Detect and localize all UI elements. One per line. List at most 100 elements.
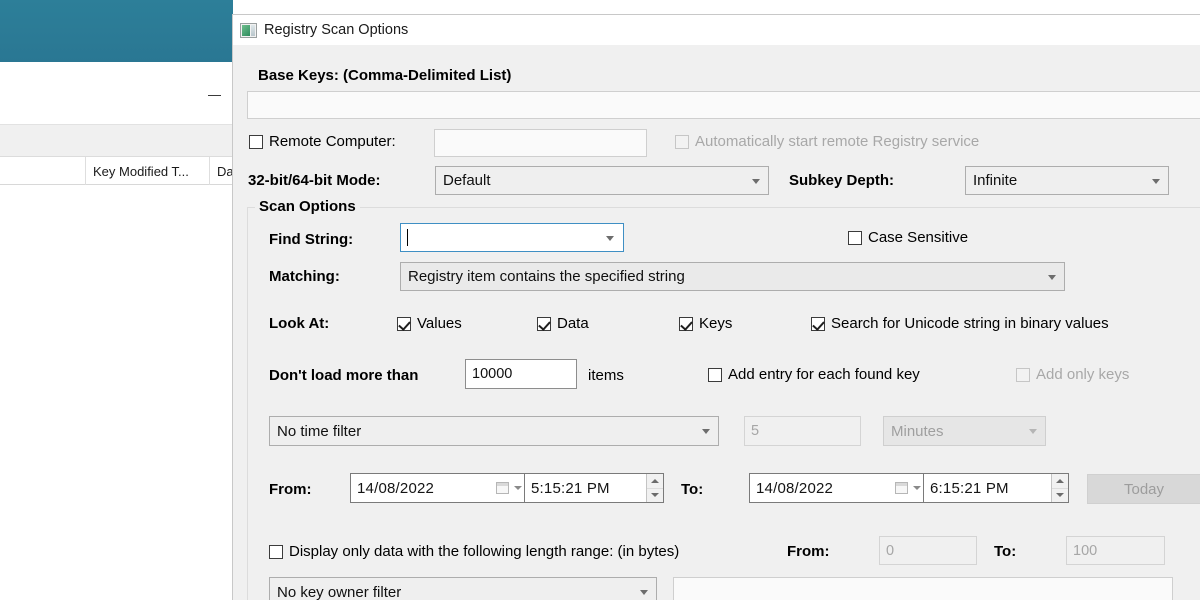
column-header-key-modified-time[interactable]: Key Modified T... — [85, 157, 209, 185]
dialog-title: Registry Scan Options — [264, 22, 409, 38]
checkbox-box — [708, 367, 722, 382]
checkbox-box — [1016, 367, 1030, 382]
from-time-value: 5:15:21 PM — [531, 479, 610, 497]
time-filter-unit-value: Minutes — [891, 422, 944, 440]
look-at-keys-checkbox[interactable]: Keys — [679, 315, 732, 332]
checkbox-box — [397, 316, 411, 331]
from-time-field[interactable]: 5:15:21 PM — [524, 473, 664, 503]
checkbox-box — [848, 230, 862, 245]
length-range-filter-label: Display only data with the following len… — [289, 543, 680, 560]
calendar-icon — [496, 482, 509, 494]
checkbox-box — [679, 316, 693, 331]
to-time-value: 6:15:21 PM — [930, 479, 1009, 497]
bitness-mode-label: 32-bit/64-bit Mode: — [248, 172, 381, 189]
spinner-up-icon[interactable] — [647, 474, 663, 488]
registry-window-icon — [240, 22, 257, 38]
add-entry-for-each-found-key-checkbox[interactable]: Add entry for each found key — [708, 366, 920, 383]
case-sensitive-checkbox[interactable]: Case Sensitive — [848, 229, 968, 246]
to-date-value: 14/08/2022 — [756, 479, 834, 497]
checkbox-box — [811, 316, 825, 331]
look-at-values-label: Values — [417, 315, 462, 332]
key-owner-filter-select[interactable]: No key owner filter — [269, 577, 657, 600]
length-to-label: To: — [994, 543, 1017, 560]
minimize-icon[interactable] — [208, 95, 221, 96]
subkey-depth-value: Infinite — [973, 172, 1018, 189]
screen: Key Modified T... Da Registry Scan Optio… — [0, 0, 1200, 600]
chevron-down-icon — [640, 590, 649, 595]
dialog-body: Base Keys: (Comma-Delimited List) Remote… — [233, 45, 1200, 600]
load-limit-prefix-label: Don't load more than — [269, 367, 419, 384]
spinner-down-icon[interactable] — [647, 487, 663, 503]
spinner-down-icon[interactable] — [1052, 487, 1068, 503]
key-owner-filter-value: No key owner filter — [277, 583, 402, 600]
length-range-filter-checkbox[interactable]: Display only data with the following len… — [269, 543, 679, 560]
bitness-mode-select[interactable]: Default — [435, 166, 769, 195]
checkbox-box — [269, 544, 283, 559]
matching-label: Matching: — [269, 268, 340, 285]
key-owner-filter-input[interactable] — [673, 577, 1173, 600]
range-to-label: To: — [681, 481, 704, 498]
remote-computer-checkbox[interactable]: Remote Computer: — [249, 133, 396, 150]
desktop-background — [0, 0, 233, 62]
chevron-down-icon — [1152, 178, 1161, 184]
auto-start-remote-registry-label: Automatically start remote Registry serv… — [695, 133, 980, 150]
checkbox-box — [675, 134, 689, 149]
chevron-down-icon[interactable] — [911, 474, 923, 502]
chevron-down-icon[interactable] — [606, 235, 615, 241]
length-from-label: From: — [787, 543, 830, 560]
auto-start-remote-registry-checkbox: Automatically start remote Registry serv… — [675, 133, 979, 150]
add-only-keys-checkbox: Add only keys — [1016, 366, 1129, 383]
subkey-depth-label: Subkey Depth: — [789, 172, 895, 189]
look-at-values-checkbox[interactable]: Values — [397, 315, 462, 332]
to-time-field[interactable]: 6:15:21 PM — [923, 473, 1069, 503]
column-header-data[interactable]: Da — [209, 157, 233, 185]
load-limit-suffix-label: items — [588, 367, 624, 384]
base-keys-label: Base Keys: (Comma-Delimited List) — [258, 67, 512, 84]
chevron-down-icon — [752, 178, 761, 184]
registry-scan-options-dialog: Registry Scan Options Base Keys: (Comma-… — [232, 14, 1200, 600]
add-only-keys-label: Add only keys — [1036, 366, 1130, 383]
column-header-0[interactable] — [0, 157, 85, 185]
matching-value: Registry item contains the specified str… — [408, 268, 685, 285]
chevron-down-icon[interactable] — [512, 474, 524, 502]
background-list-body — [0, 185, 233, 600]
background-window: Key Modified T... Da — [0, 62, 233, 600]
time-filter-unit-select: Minutes — [883, 416, 1046, 446]
dialog-titlebar: Registry Scan Options — [233, 15, 1200, 45]
search-unicode-binary-checkbox[interactable]: Search for Unicode string in binary valu… — [811, 315, 1109, 332]
checkbox-box — [249, 134, 263, 149]
base-keys-input[interactable] — [247, 91, 1200, 119]
subkey-depth-select[interactable]: Infinite — [965, 166, 1169, 195]
length-to-input: 100 — [1066, 536, 1165, 565]
calendar-icon — [895, 482, 908, 494]
time-filter-amount-input: 5 — [744, 416, 861, 446]
background-list-column-headers: Key Modified T... Da — [0, 157, 233, 185]
remote-computer-label: Remote Computer: — [269, 133, 396, 150]
bitness-mode-value: Default — [443, 172, 491, 189]
look-at-label: Look At: — [269, 315, 330, 332]
look-at-data-checkbox[interactable]: Data — [537, 315, 589, 332]
time-filter-mode-select[interactable]: No time filter — [269, 416, 719, 446]
search-unicode-binary-label: Search for Unicode string in binary valu… — [831, 315, 1109, 332]
matching-select[interactable]: Registry item contains the specified str… — [400, 262, 1065, 291]
load-limit-input[interactable]: 10000 — [465, 359, 577, 389]
from-date-picker[interactable]: 14/08/2022 — [350, 473, 525, 503]
range-from-label: From: — [269, 481, 312, 498]
look-at-keys-label: Keys — [699, 315, 733, 332]
today-button: Today — [1087, 474, 1200, 504]
from-date-value: 14/08/2022 — [357, 479, 435, 497]
add-entry-for-each-found-key-label: Add entry for each found key — [728, 366, 920, 383]
text-caret — [407, 229, 408, 246]
to-time-spinner[interactable] — [1051, 474, 1068, 502]
case-sensitive-label: Case Sensitive — [868, 229, 969, 246]
length-from-input: 0 — [879, 536, 977, 565]
scan-options-group-label: Scan Options — [255, 198, 360, 215]
time-filter-mode-value: No time filter — [277, 422, 362, 440]
find-string-label: Find String: — [269, 231, 354, 248]
find-string-input[interactable] — [400, 223, 624, 252]
to-date-picker[interactable]: 14/08/2022 — [749, 473, 924, 503]
background-window-titlebar — [0, 62, 233, 124]
from-time-spinner[interactable] — [646, 474, 663, 502]
remote-computer-input[interactable] — [434, 129, 647, 157]
spinner-up-icon[interactable] — [1052, 474, 1068, 488]
